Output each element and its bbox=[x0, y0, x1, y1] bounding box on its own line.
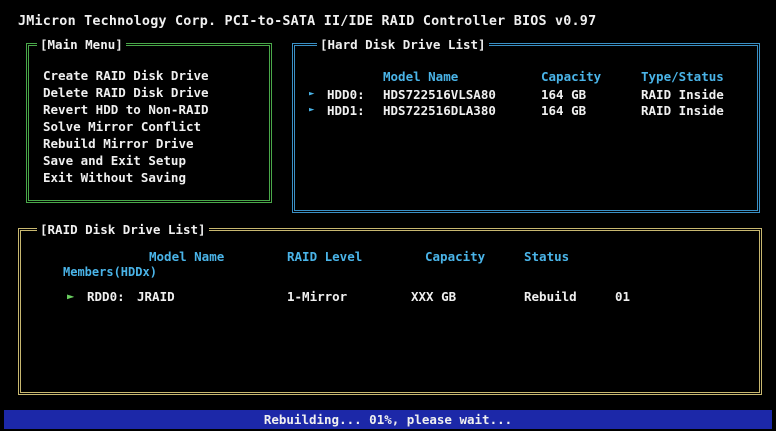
raid-header-model: Model Name bbox=[149, 249, 225, 264]
hdd-type-status: RAID Inside bbox=[641, 103, 724, 118]
raid-name: JRAID bbox=[137, 289, 175, 304]
raid-level: 1-Mirror bbox=[287, 289, 348, 304]
status-bar: Rebuilding... 01%, please wait... bbox=[4, 410, 772, 429]
menu-item-revert-hdd[interactable]: Revert HDD to Non-RAID bbox=[43, 101, 209, 118]
hdd-model: HDS722516DLA380 bbox=[383, 103, 496, 118]
hdd-header-model: Model Name bbox=[383, 69, 459, 84]
raid-capacity: XXX GB bbox=[411, 289, 457, 304]
raid-list-panel: [RAID Disk Drive List] Model Name RAID L… bbox=[18, 222, 762, 395]
menu-item-exit-without-saving[interactable]: Exit Without Saving bbox=[43, 169, 209, 186]
raid-progress: 01 bbox=[615, 289, 631, 304]
raid-header-level: RAID Level bbox=[287, 249, 363, 264]
hdd-capacity: 164 GB bbox=[541, 103, 587, 118]
raid-header-capacity: Capacity bbox=[425, 249, 486, 264]
arrow-right-icon: ► bbox=[309, 105, 315, 115]
raid-id: RDD0: bbox=[87, 289, 125, 304]
hdd-header-capacity: Capacity bbox=[541, 69, 602, 84]
menu-item-save-exit[interactable]: Save and Exit Setup bbox=[43, 152, 209, 169]
raid-status: Rebuild bbox=[524, 289, 577, 304]
hdd-capacity: 164 GB bbox=[541, 87, 587, 102]
menu-item-solve-mirror-conflict[interactable]: Solve Mirror Conflict bbox=[43, 118, 209, 135]
raid-members-label: Members(HDDx) bbox=[63, 265, 157, 279]
raid-header-status: Status bbox=[524, 249, 570, 264]
hdd-model: HDS722516VLSA80 bbox=[383, 87, 496, 102]
main-menu-legend: [Main Menu] bbox=[37, 37, 126, 52]
menu-item-rebuild-mirror[interactable]: Rebuild Mirror Drive bbox=[43, 135, 209, 152]
hdd-device: HDD0: bbox=[327, 87, 365, 102]
bios-title: JMicron Technology Corp. PCI-to-SATA II/… bbox=[18, 14, 597, 29]
arrow-right-icon: ► bbox=[309, 89, 315, 99]
menu-item-create-raid[interactable]: Create RAID Disk Drive bbox=[43, 67, 209, 84]
hdd-list-panel: [Hard Disk Drive List] Model Name Capaci… bbox=[292, 37, 760, 213]
main-menu-list: Create RAID Disk Drive Delete RAID Disk … bbox=[43, 67, 209, 186]
main-menu-panel: [Main Menu] Create RAID Disk Drive Delet… bbox=[26, 37, 272, 203]
hdd-type-status: RAID Inside bbox=[641, 87, 724, 102]
arrow-right-icon: ► bbox=[67, 289, 75, 303]
raid-list-legend: [RAID Disk Drive List] bbox=[37, 222, 209, 237]
menu-item-delete-raid[interactable]: Delete RAID Disk Drive bbox=[43, 84, 209, 101]
hdd-header-type: Type/Status bbox=[641, 69, 724, 84]
hdd-list-legend: [Hard Disk Drive List] bbox=[317, 37, 489, 52]
hdd-device: HDD1: bbox=[327, 103, 365, 118]
